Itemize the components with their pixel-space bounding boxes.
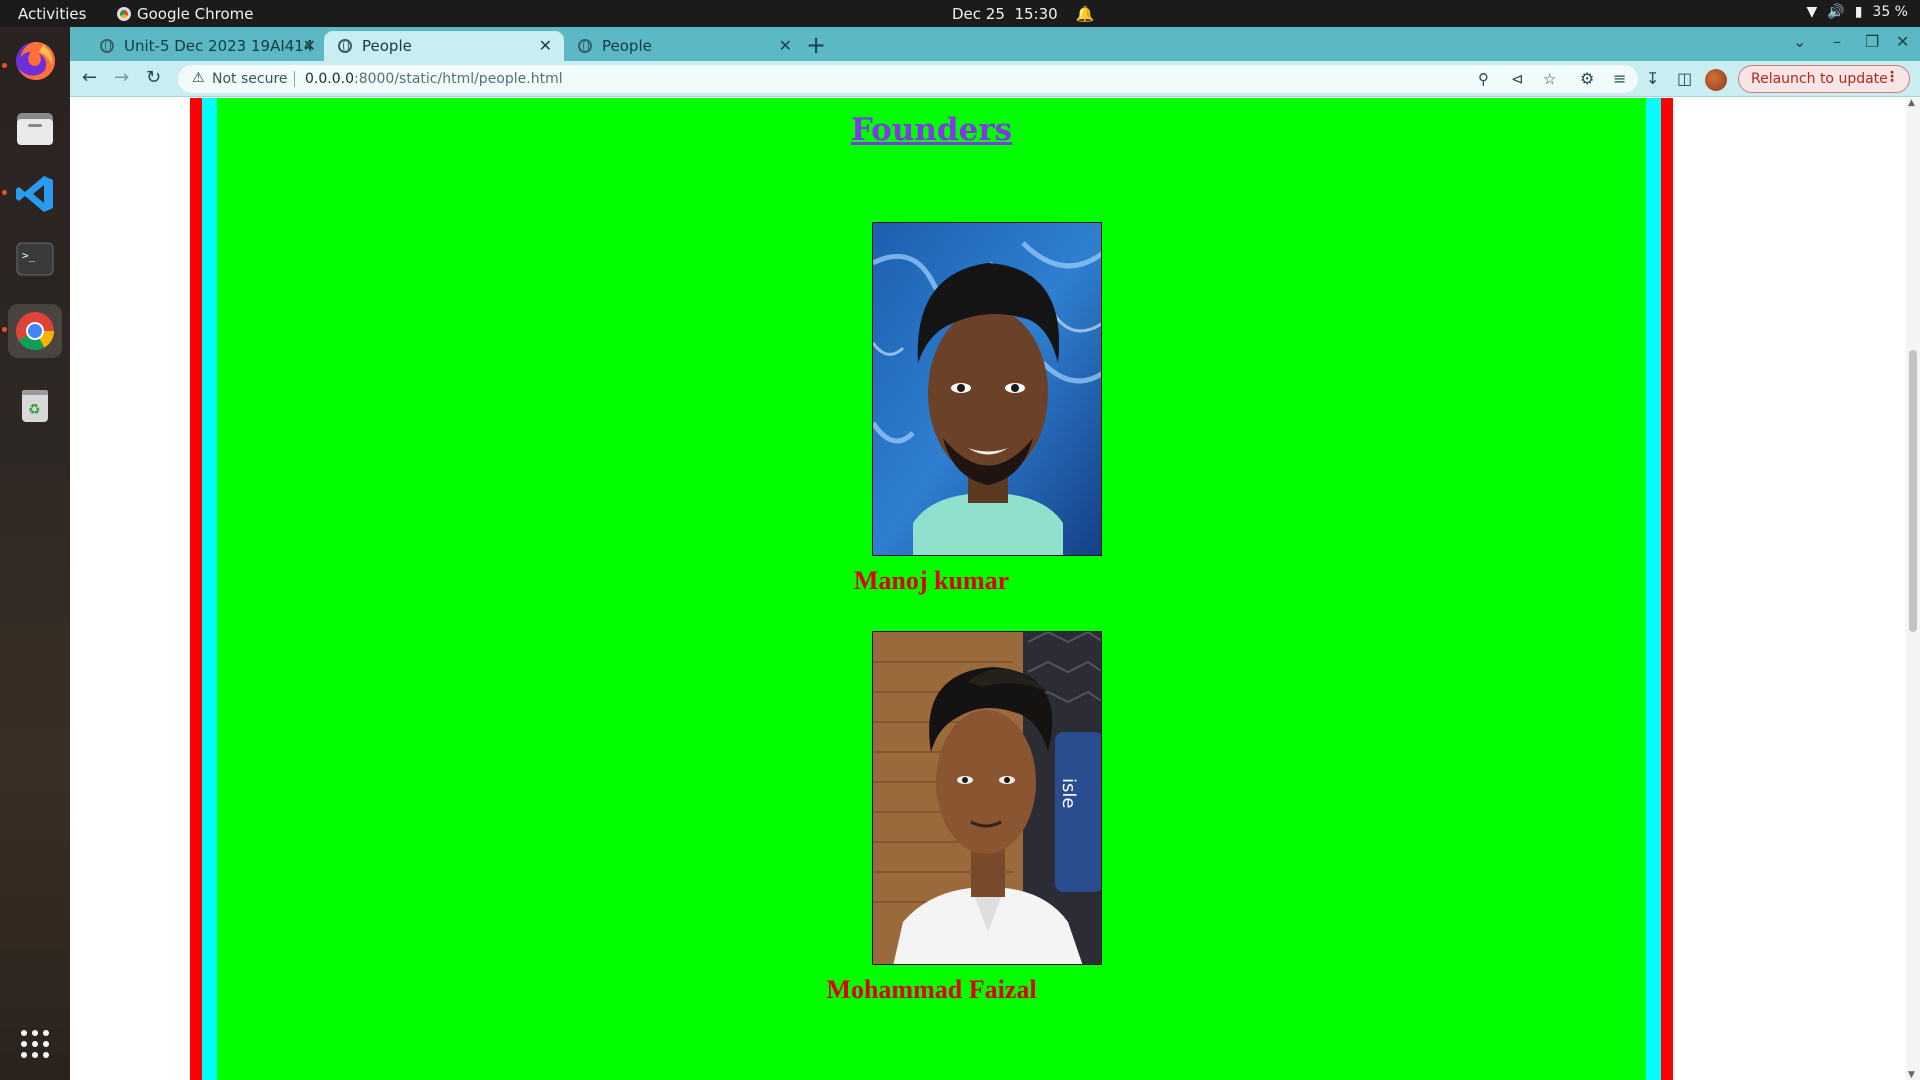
chrome-icon bbox=[117, 7, 131, 21]
trash-icon: ♻ bbox=[22, 390, 48, 422]
dock-trash[interactable]: ♻ bbox=[8, 377, 62, 431]
minimize-icon[interactable]: – bbox=[1833, 32, 1841, 51]
warning-icon: ⚠ bbox=[192, 70, 205, 86]
zoom-icon[interactable]: ⚲ bbox=[1478, 70, 1489, 88]
wifi-icon: ▼ bbox=[1806, 4, 1818, 20]
vscode-icon bbox=[16, 176, 53, 212]
new-tab-button[interactable]: + bbox=[806, 31, 826, 59]
tab-people[interactable]: People ✕ bbox=[564, 31, 804, 61]
tab-strip: Unit-5 Dec 2023 19AI414 ✕ People ✕ Peopl… bbox=[70, 27, 1920, 61]
running-indicator bbox=[2, 63, 7, 68]
inner-border: Founders Manoj kumar isle Mohammad Faiza… bbox=[202, 98, 1661, 1080]
close-icon[interactable]: ✕ bbox=[779, 36, 792, 55]
battery-icon: ▮ bbox=[1854, 4, 1863, 20]
svg-text:isle: isle bbox=[1058, 778, 1079, 808]
restore-icon[interactable]: ❐ bbox=[1865, 32, 1879, 51]
founder-name-2: Mohammad Faizal bbox=[826, 975, 1037, 1004]
dock-show-apps[interactable] bbox=[8, 1017, 62, 1071]
volume-icon: 🔊 bbox=[1827, 4, 1845, 20]
dock-chrome[interactable] bbox=[8, 304, 62, 358]
tab-people-active[interactable]: People ✕ bbox=[324, 31, 564, 61]
globe-icon bbox=[338, 39, 352, 53]
tab-title: Unit-5 Dec 2023 19AI414 bbox=[124, 37, 314, 55]
back-icon[interactable]: ← bbox=[82, 67, 97, 88]
media-queue-icon[interactable]: ≡ bbox=[1613, 69, 1626, 88]
tab-unit5[interactable]: Unit-5 Dec 2023 19AI414 ✕ bbox=[86, 31, 328, 61]
founders-heading[interactable]: Founders bbox=[217, 112, 1646, 148]
divider bbox=[294, 71, 295, 87]
side-panel-icon[interactable]: ◫ bbox=[1677, 69, 1692, 88]
date-label: Dec 25 bbox=[952, 5, 1005, 23]
close-icon[interactable]: ✕ bbox=[303, 36, 316, 55]
globe-icon bbox=[578, 39, 592, 53]
app-menu[interactable]: Google Chrome bbox=[117, 5, 254, 23]
outer-border: Founders Manoj kumar isle Mohammad Faiza… bbox=[190, 98, 1673, 1080]
terminal-icon: >_ bbox=[16, 242, 54, 276]
reload-icon[interactable]: ↻ bbox=[146, 67, 161, 88]
chrome-icon bbox=[16, 312, 55, 351]
dock-vscode[interactable] bbox=[8, 167, 62, 221]
battery-percent: 35 % bbox=[1872, 4, 1908, 20]
founders-section: Founders Manoj kumar isle Mohammad Faiza… bbox=[217, 98, 1646, 1080]
url-text[interactable]: 0.0.0.0:8000/static/html/people.html bbox=[305, 71, 563, 87]
app-grid-icon bbox=[21, 1030, 49, 1058]
founder-portrait-image bbox=[873, 223, 1101, 555]
founder-portrait-image: isle bbox=[873, 632, 1101, 964]
system-status-area[interactable]: ▼ 🔊 ▮ 35 % bbox=[1806, 4, 1908, 20]
download-icon[interactable]: ↧ bbox=[1646, 69, 1659, 88]
founder-name-1: Manoj kumar bbox=[853, 566, 1010, 595]
founder-photo-1 bbox=[872, 222, 1102, 556]
profile-avatar[interactable] bbox=[1705, 69, 1727, 91]
svg-text:♻: ♻ bbox=[28, 402, 41, 418]
firefox-icon bbox=[16, 41, 56, 80]
relaunch-label: Relaunch to update bbox=[1751, 71, 1888, 87]
relaunch-button[interactable]: Relaunch to update ⋮ bbox=[1738, 65, 1910, 93]
globe-icon bbox=[100, 39, 114, 53]
running-indicator bbox=[2, 190, 7, 195]
extensions-icon[interactable]: ⚙ bbox=[1580, 69, 1594, 88]
scroll-up-arrow-icon[interactable]: ▲ bbox=[1908, 98, 1915, 108]
window-close-icon[interactable]: ✕ bbox=[1896, 32, 1909, 51]
founder-photo-2: isle bbox=[872, 631, 1102, 965]
scroll-down-arrow-icon[interactable]: ▼ bbox=[1908, 1070, 1915, 1080]
scrollbar-thumb[interactable] bbox=[1909, 350, 1917, 632]
vertical-scrollbar[interactable]: ▲ ▼ bbox=[1906, 98, 1920, 1080]
clock[interactable]: Dec 25 15:30 🔔 bbox=[952, 5, 1094, 23]
forward-icon[interactable]: → bbox=[114, 67, 129, 88]
dock: >_ ♻ bbox=[0, 27, 70, 1080]
dock-files[interactable] bbox=[8, 102, 62, 156]
dock-firefox[interactable] bbox=[8, 34, 62, 88]
system-top-bar: Activities Google Chrome Dec 25 15:30 🔔 … bbox=[0, 0, 1920, 27]
svg-text:>_: >_ bbox=[22, 249, 36, 262]
browser-toolbar: ← → ↻ ⚠ Not secure 0.0.0.0:8000/static/h… bbox=[70, 61, 1920, 97]
page-viewport: Founders Manoj kumar isle Mohammad Faiza… bbox=[70, 98, 1920, 1080]
close-icon[interactable]: ✕ bbox=[539, 36, 552, 55]
activities-button[interactable]: Activities bbox=[18, 5, 86, 23]
app-name-label: Google Chrome bbox=[137, 5, 254, 23]
address-bar[interactable]: ⚠ Not secure 0.0.0.0:8000/static/html/pe… bbox=[178, 65, 1638, 93]
files-icon bbox=[17, 113, 53, 145]
dock-terminal[interactable]: >_ bbox=[8, 232, 62, 286]
time-label: 15:30 bbox=[1014, 5, 1058, 23]
security-label[interactable]: Not secure bbox=[212, 71, 288, 87]
bookmark-star-icon[interactable]: ☆ bbox=[1543, 70, 1556, 88]
tab-search-chevron-icon[interactable]: ⌄ bbox=[1793, 32, 1806, 51]
tab-title: People bbox=[362, 37, 412, 55]
share-icon[interactable]: ⊲ bbox=[1511, 70, 1524, 88]
running-indicator bbox=[2, 327, 7, 332]
menu-dots-icon: ⋮ bbox=[1885, 69, 1899, 85]
tab-title: People bbox=[602, 37, 652, 55]
notification-bell-icon: 🔔 bbox=[1075, 5, 1095, 23]
chrome-window: Unit-5 Dec 2023 19AI414 ✕ People ✕ Peopl… bbox=[70, 27, 1920, 1080]
